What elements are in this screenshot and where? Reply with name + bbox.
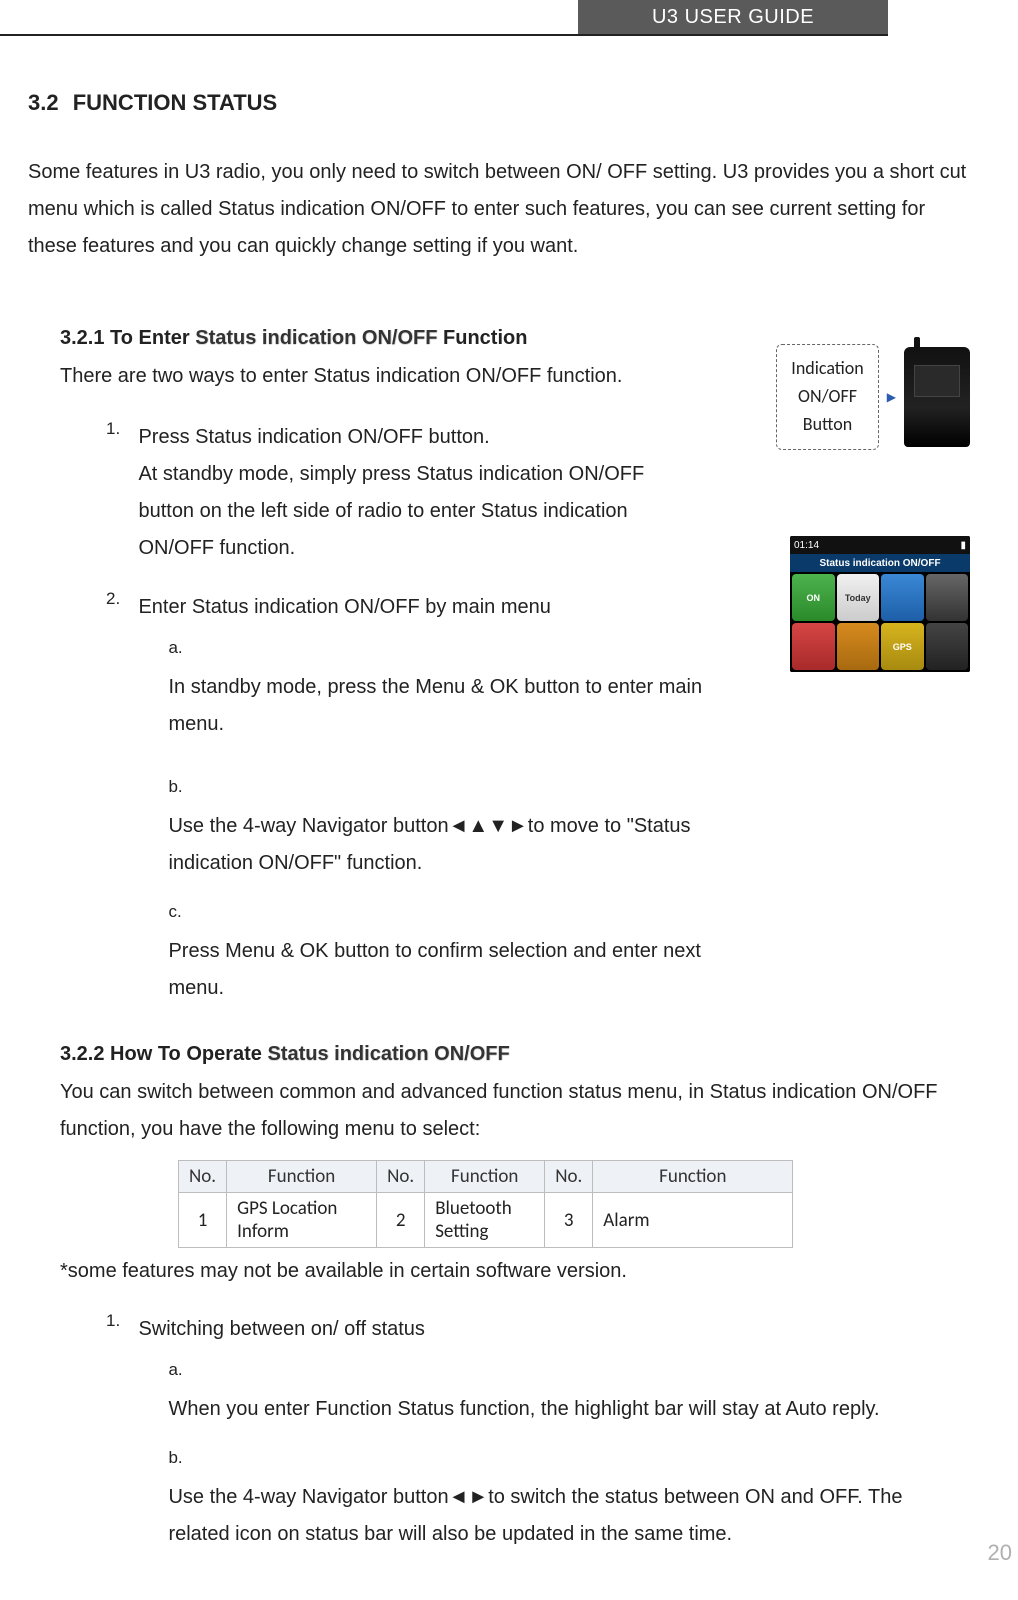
list-marker: 1. [106, 1311, 134, 1331]
function-table: No. Function No. Function No. Function 1… [178, 1160, 793, 1248]
section-intro: Some features in U3 radio, you only need… [28, 154, 978, 265]
list-text: In standby mode, press the Menu & OK but… [168, 669, 728, 743]
section-number: 3.2 [28, 90, 59, 115]
list-marker: a. [168, 1354, 194, 1385]
th-function: Function [425, 1161, 545, 1193]
subsection-3-2-2: 3.2.2 How To Operate Status indication O… [60, 1043, 978, 1248]
arrow-icon: ▶ [887, 390, 896, 404]
speaker-icon [792, 623, 835, 670]
screen-status-bar: 01:14 ▮ [790, 536, 970, 554]
gps-icon: GPS [881, 623, 924, 670]
list-text: Use the 4-way Navigator button◄▲▼►to mov… [168, 808, 728, 882]
item-body: At standby mode, simply press Status ind… [138, 463, 644, 559]
list-marker: b. [168, 1442, 194, 1473]
callout-line: ON/OFF [798, 385, 857, 407]
screen-icon-grid: ON Today GPS [790, 572, 970, 672]
td-function: GPS Location Inform [227, 1193, 377, 1248]
list-text: Press Status indication ON/OFF button. A… [138, 419, 698, 567]
ordered-list-322: 1. Switching between on/ off status a. W… [106, 1311, 978, 1567]
radio-device-image [904, 347, 970, 447]
list-item: 1. Switching between on/ off status a. W… [106, 1311, 978, 1567]
sub-t1: How To Operate [110, 1043, 267, 1065]
list-item: a. In standby mode, press the Menu & OK … [168, 632, 698, 743]
table-row: 1 GPS Location Inform 2 Bluetooth Settin… [179, 1193, 793, 1248]
page-content: 3.2 FUNCTION STATUS Some features in U3 … [28, 90, 978, 1589]
list-text: Switching between on/ off status a. When… [138, 1311, 898, 1567]
calendar-icon: Today [837, 574, 880, 621]
sub-t1: To Enter [110, 327, 195, 349]
misc-icon [926, 623, 969, 670]
ordered-sublist: a. In standby mode, press the Menu & OK … [168, 632, 698, 1007]
callout-figure: Indication ON/OFF Button ▶ [776, 344, 970, 450]
callout-line: Indication [791, 357, 863, 379]
td-function: Bluetooth Setting [425, 1193, 545, 1248]
td-no: 2 [377, 1193, 425, 1248]
list-marker: a. [168, 632, 194, 663]
ordered-list-321: 1. Press Status indication ON/OFF button… [106, 419, 978, 1021]
list-marker: c. [168, 896, 194, 927]
list-item: c. Press Menu & OK button to confirm sel… [168, 896, 698, 1007]
sub-t2: Status indication ON/OFF [195, 327, 437, 349]
screen-title-bar: Status indication ON/OFF [790, 554, 970, 572]
item-title: Switching between on/ off status [138, 1318, 424, 1340]
section-title: FUNCTION STATUS [73, 90, 278, 115]
antenna-icon [837, 623, 880, 670]
microphone-icon [926, 574, 969, 621]
th-no: No. [545, 1161, 593, 1193]
td-no: 1 [179, 1193, 227, 1248]
th-no: No. [377, 1161, 425, 1193]
list-text: Use the 4-way Navigator button◄►to switc… [168, 1479, 928, 1553]
footnote: *some features may not be available in c… [60, 1260, 978, 1283]
onoff-icon: ON [792, 574, 835, 621]
list-item: a. When you enter Function Status functi… [168, 1354, 898, 1428]
ordered-sublist: a. When you enter Function Status functi… [168, 1354, 898, 1553]
header-rule [0, 34, 888, 36]
page-number: 20 [988, 1540, 1012, 1566]
list-text: Enter Status indication ON/OFF by main m… [138, 589, 698, 1021]
list-marker: 2. [106, 589, 134, 609]
sub-heading-322: 3.2.2 How To Operate Status indication O… [60, 1043, 978, 1066]
sub-intro-322: You can switch between common and advanc… [60, 1074, 978, 1148]
screen-time: 01:14 [794, 540, 819, 551]
th-function: Function [227, 1161, 377, 1193]
td-no: 3 [545, 1193, 593, 1248]
table-header-row: No. Function No. Function No. Function [179, 1161, 793, 1193]
operation-list: 1. Switching between on/ off status a. W… [60, 1311, 978, 1567]
list-item: b. Use the 4-way Navigator button◄►to sw… [168, 1442, 898, 1553]
battery-icon: ▮ [960, 540, 966, 551]
device-screenshot: 01:14 ▮ Status indication ON/OFF ON Toda… [790, 536, 970, 672]
callout-label-box: Indication ON/OFF Button [776, 344, 878, 450]
bluetooth-icon [881, 574, 924, 621]
list-item: b. Use the 4-way Navigator button◄▲▼►to … [168, 771, 698, 882]
td-function: Alarm [593, 1193, 793, 1248]
section-heading: 3.2 FUNCTION STATUS [28, 90, 978, 116]
header-title: U3 USER GUIDE [578, 0, 888, 34]
sub-num: 3.2.2 [60, 1043, 110, 1065]
item-title: Enter Status indication ON/OFF by main m… [138, 596, 550, 618]
item-title: Press Status indication ON/OFF button. [138, 426, 489, 448]
sub-t2: Status indication ON/OFF [267, 1043, 509, 1065]
list-text: Press Menu & OK button to confirm select… [168, 933, 728, 1007]
list-marker: 1. [106, 419, 134, 439]
sub-num: 3.2.1 [60, 327, 110, 349]
th-function: Function [593, 1161, 793, 1193]
sub-t3: Function [437, 327, 527, 349]
callout-line: Button [803, 413, 852, 435]
list-marker: b. [168, 771, 194, 802]
list-text: When you enter Function Status function,… [168, 1391, 928, 1428]
th-no: No. [179, 1161, 227, 1193]
